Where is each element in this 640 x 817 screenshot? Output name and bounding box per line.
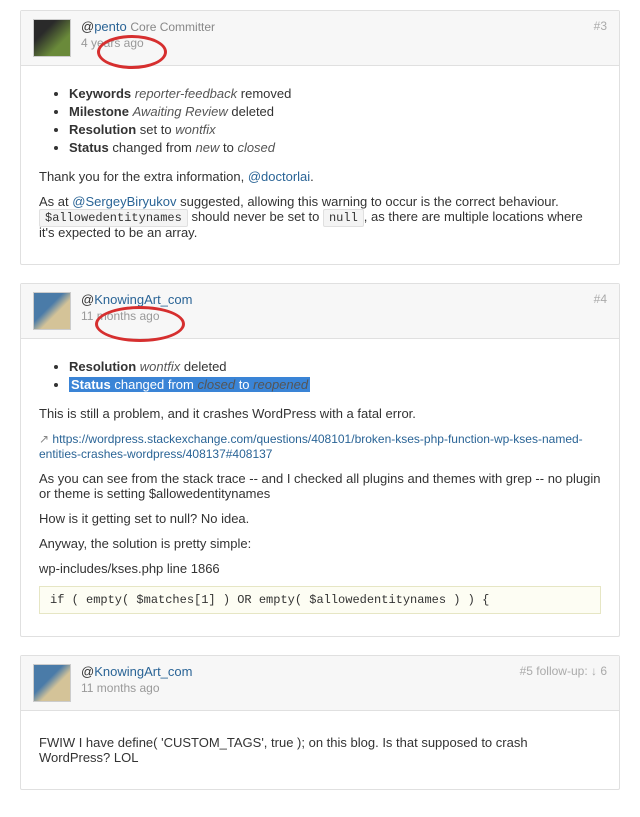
author-prefix: @ bbox=[81, 292, 94, 307]
comment-body: Resolution wontfix deleted Status change… bbox=[21, 339, 619, 636]
change-list: Keywords reporter-feedback removed Miles… bbox=[39, 86, 601, 155]
timestamp[interactable]: 11 months ago bbox=[81, 681, 607, 695]
mention-link[interactable]: @doctorlai bbox=[248, 169, 310, 184]
follow-up-link[interactable]: follow-up: ↓ 6 bbox=[536, 664, 607, 678]
author-link[interactable]: pento bbox=[94, 19, 127, 34]
comment-body: FWIW I have define( 'CUSTOM_TAGS', true … bbox=[21, 711, 619, 789]
code-block: if ( empty( $matches[1] ) OR empty( $all… bbox=[39, 586, 601, 614]
author-prefix: @ bbox=[81, 19, 94, 34]
paragraph: Thank you for the extra information, @do… bbox=[39, 169, 601, 184]
change-list: Resolution wontfix deleted Status change… bbox=[39, 359, 601, 392]
avatar[interactable] bbox=[33, 292, 71, 330]
change-item: Status changed from new to closed bbox=[69, 140, 601, 155]
comment-meta-right: #5 follow-up: ↓ 6 bbox=[520, 664, 607, 678]
change-item: Status changed from closed to reopened bbox=[69, 377, 601, 392]
timestamp[interactable]: 11 months ago bbox=[81, 309, 607, 323]
avatar[interactable] bbox=[33, 19, 71, 57]
paragraph: As at @SergeyBiryukov suggested, allowin… bbox=[39, 194, 601, 240]
change-item: Milestone Awaiting Review deleted bbox=[69, 104, 601, 119]
paragraph: This is still a problem, and it crashes … bbox=[39, 406, 601, 421]
comment-4: @KnowingArt_com 11 months ago #4 Resolut… bbox=[20, 283, 620, 637]
comment-header: @KnowingArt_com 11 months ago #4 bbox=[21, 284, 619, 339]
author-prefix: @ bbox=[81, 664, 94, 679]
author-link[interactable]: KnowingArt_com bbox=[94, 292, 192, 307]
paragraph: How is it getting set to null? No idea. bbox=[39, 511, 601, 526]
external-link-wrap: https://wordpress.stackexchange.com/ques… bbox=[39, 431, 601, 461]
change-item: Keywords reporter-feedback removed bbox=[69, 86, 601, 101]
comment-number[interactable]: #5 bbox=[520, 664, 533, 678]
external-link[interactable]: https://wordpress.stackexchange.com/ques… bbox=[39, 432, 583, 461]
paragraph: As you can see from the stack trace -- a… bbox=[39, 471, 601, 501]
paragraph: FWIW I have define( 'CUSTOM_TAGS', true … bbox=[39, 735, 601, 765]
author-link[interactable]: KnowingArt_com bbox=[94, 664, 192, 679]
change-item: Resolution wontfix deleted bbox=[69, 359, 601, 374]
inline-code: null bbox=[323, 209, 364, 227]
comment-3: @pento Core Committer 4 years ago #3 Key… bbox=[20, 10, 620, 265]
user-role: Core Committer bbox=[130, 20, 215, 34]
paragraph: Anyway, the solution is pretty simple: bbox=[39, 536, 601, 551]
comment-number[interactable]: #3 bbox=[594, 19, 607, 33]
timestamp[interactable]: 4 years ago bbox=[81, 36, 607, 50]
comment-5: @KnowingArt_com 11 months ago #5 follow-… bbox=[20, 655, 620, 790]
comment-header: @pento Core Committer 4 years ago #3 bbox=[21, 11, 619, 66]
change-item: Resolution set to wontfix bbox=[69, 122, 601, 137]
comment-header: @KnowingArt_com 11 months ago #5 follow-… bbox=[21, 656, 619, 711]
paragraph: wp-includes/kses.php line 1866 bbox=[39, 561, 601, 576]
mention-link[interactable]: @SergeyBiryukov bbox=[72, 194, 176, 209]
avatar[interactable] bbox=[33, 664, 71, 702]
comment-number[interactable]: #4 bbox=[594, 292, 607, 306]
comment-body: Keywords reporter-feedback removed Miles… bbox=[21, 66, 619, 264]
